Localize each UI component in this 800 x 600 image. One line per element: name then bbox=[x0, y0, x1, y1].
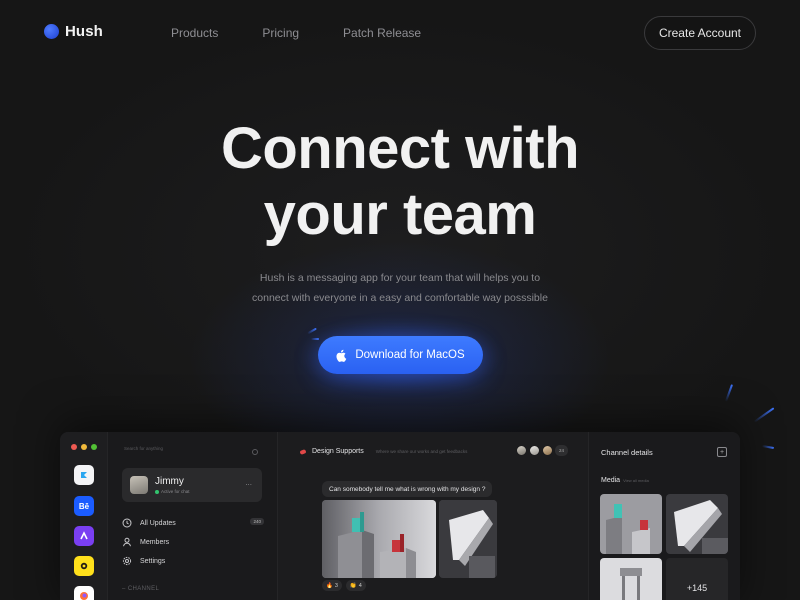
hero-title: Connect with your team bbox=[0, 116, 800, 248]
online-status-icon bbox=[155, 489, 159, 494]
hero-title-line-2: your team bbox=[263, 182, 537, 247]
channel-header: Design Supports Where we share our works… bbox=[299, 448, 468, 455]
member-avatar bbox=[542, 445, 553, 456]
nav-link-patch-release[interactable]: Patch Release bbox=[343, 26, 421, 40]
reaction-count: 3 bbox=[334, 582, 338, 589]
hero-title-line-1: Connect with bbox=[220, 116, 580, 181]
app-preview-window: Bē Search for anything Jimmy Active for … bbox=[60, 432, 740, 600]
behance-icon[interactable]: Bē bbox=[74, 496, 94, 516]
reactions: 🔥 3 👏 4 bbox=[322, 580, 366, 591]
hero-subtitle-line-1: Hush is a messaging app for your team th… bbox=[259, 272, 541, 284]
channel-section-label: CHANNEL bbox=[127, 586, 160, 592]
channel-details-title: Channel details bbox=[601, 448, 653, 457]
sparkle-decoration bbox=[753, 407, 775, 423]
clock-icon bbox=[122, 518, 132, 528]
nav-link-products[interactable]: Products bbox=[171, 26, 218, 40]
workspace-app-1-icon[interactable] bbox=[74, 465, 94, 485]
logo-mark-icon bbox=[44, 24, 59, 39]
sidebar-item-members[interactable]: Members bbox=[122, 535, 264, 549]
close-dot-icon[interactable] bbox=[71, 444, 77, 450]
sidebar-item-label: Settings bbox=[140, 557, 166, 565]
media-thumbnail[interactable] bbox=[600, 558, 662, 600]
message-image-chairs[interactable] bbox=[322, 500, 436, 578]
gear-icon bbox=[122, 556, 132, 566]
media-thumbnail[interactable] bbox=[600, 494, 662, 554]
profile-status: Active for chat bbox=[155, 489, 190, 494]
channel-title: Design Supports bbox=[312, 448, 364, 455]
brand-logo[interactable]: Hush bbox=[44, 23, 103, 40]
brand-name: Hush bbox=[65, 23, 103, 40]
message-image-sculpture[interactable] bbox=[439, 500, 497, 578]
clap-icon: 👏 bbox=[349, 582, 357, 589]
nav-link-pricing[interactable]: Pricing bbox=[262, 26, 299, 40]
more-options-icon[interactable]: ... bbox=[245, 478, 252, 487]
reaction-count: 4 bbox=[358, 582, 362, 589]
sparkle-decoration bbox=[311, 338, 319, 340]
profile-status-text: Active for chat bbox=[161, 489, 190, 494]
channel-description: Where we share our works and get feedbac… bbox=[375, 449, 468, 454]
download-macos-button[interactable]: Download for MacOS bbox=[318, 336, 483, 374]
media-view-all-link[interactable]: View all media bbox=[623, 478, 649, 483]
hero-subtitle: Hush is a messaging app for your team th… bbox=[230, 268, 570, 308]
hero-subtitle-line-2: connect with everyone in a easy and comf… bbox=[252, 292, 548, 304]
search-icon[interactable] bbox=[252, 449, 258, 455]
user-icon bbox=[123, 537, 131, 547]
member-count: 24 bbox=[555, 445, 568, 456]
channel-emoji-icon bbox=[299, 448, 307, 455]
sidebar-item-all-updates[interactable]: All Updates 240 bbox=[122, 516, 264, 530]
firefox-icon[interactable] bbox=[74, 586, 94, 600]
media-thumbnail[interactable] bbox=[666, 494, 728, 554]
avatar bbox=[130, 476, 148, 494]
more-media-button[interactable]: +145 bbox=[666, 558, 728, 600]
sparkle-decoration bbox=[724, 384, 734, 402]
profile-name: Jimmy bbox=[155, 476, 184, 487]
app-rail: Bē bbox=[60, 432, 108, 600]
sidebar-item-label: Members bbox=[140, 538, 170, 546]
mailchimp-icon[interactable] bbox=[74, 556, 94, 576]
sidebar-item-settings[interactable]: Settings bbox=[122, 554, 264, 568]
fire-icon: 🔥 bbox=[326, 582, 333, 589]
channel-section-header[interactable]: – CHANNEL bbox=[122, 586, 159, 592]
workspace-app-3-icon[interactable] bbox=[74, 526, 94, 546]
sidebar-item-label: All Updates bbox=[140, 519, 176, 527]
top-navigation: Hush Products Pricing Patch Release Crea… bbox=[0, 0, 800, 66]
media-label: Media bbox=[601, 477, 621, 484]
apple-icon bbox=[336, 349, 347, 362]
media-header: Media View all media bbox=[601, 477, 649, 484]
message-bubble: Can somebody tell me what is wrong with … bbox=[322, 481, 493, 497]
create-account-button[interactable]: Create Account bbox=[644, 16, 756, 50]
channel-members[interactable]: 24 bbox=[516, 445, 568, 456]
app-sidebar: Search for anything Jimmy Active for cha… bbox=[108, 432, 278, 600]
updates-count-badge: 240 bbox=[250, 518, 264, 525]
nav-links: Products Pricing Patch Release bbox=[171, 26, 465, 40]
member-avatar bbox=[529, 445, 540, 456]
minimize-dot-icon[interactable] bbox=[81, 444, 87, 450]
reaction-clap[interactable]: 👏 4 bbox=[345, 580, 366, 591]
member-avatar bbox=[516, 445, 527, 456]
profile-card[interactable]: Jimmy Active for chat ... bbox=[122, 468, 262, 502]
sparkle-decoration bbox=[761, 444, 775, 450]
search-input[interactable]: Search for anything bbox=[124, 446, 258, 458]
chat-panel: Design Supports Where we share our works… bbox=[278, 432, 588, 600]
maximize-dot-icon[interactable] bbox=[91, 444, 97, 450]
reaction-fire[interactable]: 🔥 3 bbox=[322, 580, 342, 591]
download-label: Download for MacOS bbox=[355, 349, 465, 361]
add-icon[interactable]: + bbox=[717, 447, 727, 457]
